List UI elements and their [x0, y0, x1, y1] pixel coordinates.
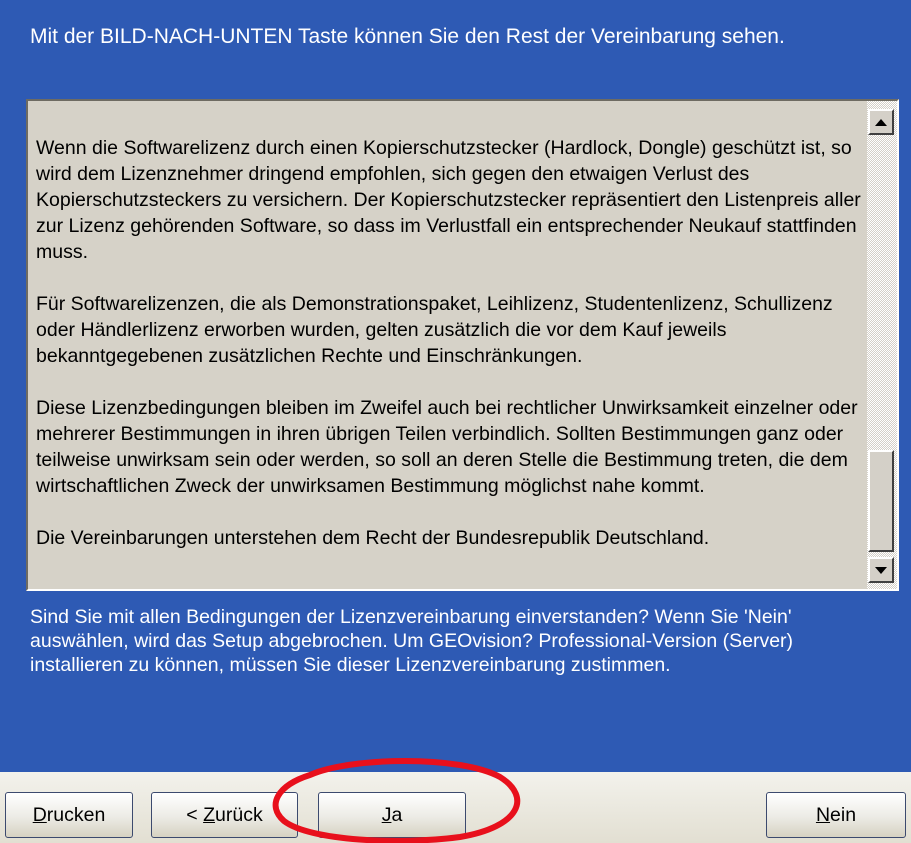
back-button[interactable]: < Zurück — [151, 792, 298, 838]
scroll-down-arrow-icon — [875, 566, 887, 574]
license-paragraph: Für Softwarelizenzen, die als Demonstrat… — [36, 293, 833, 367]
scroll-down-button[interactable] — [868, 557, 894, 583]
scrollbar-thumb[interactable] — [868, 450, 894, 552]
print-button[interactable]: Drucken — [5, 792, 133, 838]
license-paragraph: Die Vereinbarungen unterstehen dem Recht… — [36, 527, 710, 549]
print-button-label: rucken — [46, 803, 106, 826]
no-button-mnemonic: N — [815, 803, 831, 826]
back-button-prefix: < — [186, 803, 204, 826]
license-text-content: Wenn die Softwarelizenz durch einen Kopi… — [36, 135, 864, 583]
yes-button[interactable]: Ja — [318, 792, 466, 838]
agreement-question: Sind Sie mit allen Bedingungen der Lizen… — [30, 606, 794, 676]
back-button-mnemonic: Z — [203, 803, 216, 826]
no-button-label: ein — [830, 803, 857, 826]
license-paragraph: Diese Lizenzbedingungen bleiben im Zweif… — [36, 397, 858, 497]
license-paragraph: Wenn die Softwarelizenz durch einen Kopi… — [36, 137, 861, 263]
no-button[interactable]: Nein — [766, 792, 906, 838]
back-button-label: urück — [215, 803, 263, 826]
yes-button-mnemonic: J — [381, 803, 392, 826]
page-down-instruction: Mit der BILD-NACH-UNTEN Taste können Sie… — [30, 25, 785, 48]
scroll-up-button[interactable] — [868, 109, 894, 135]
yes-button-label: a — [391, 803, 403, 826]
button-bar: Drucken < Zurück Ja Nein — [0, 772, 911, 843]
scroll-up-arrow-icon — [875, 118, 887, 126]
print-button-mnemonic: D — [32, 803, 47, 826]
setup-dialog: Mit der BILD-NACH-UNTEN Taste können Sie… — [0, 0, 911, 843]
vertical-scrollbar[interactable] — [867, 101, 897, 589]
license-text-area[interactable]: Wenn die Softwarelizenz durch einen Kopi… — [26, 99, 899, 591]
